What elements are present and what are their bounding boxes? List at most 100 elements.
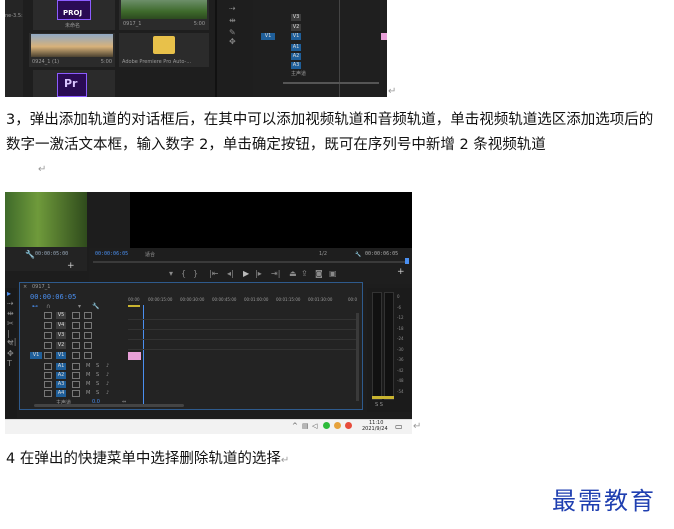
work-area-bar[interactable] xyxy=(128,305,140,307)
lock-icon[interactable] xyxy=(44,381,52,388)
track-a1[interactable]: A1 xyxy=(56,363,66,370)
track-a4[interactable]: A4 xyxy=(56,390,66,397)
eye-icon[interactable] xyxy=(84,312,92,319)
track-a2[interactable]: A2 xyxy=(56,372,66,379)
fraction-select[interactable]: 1/2 xyxy=(319,251,327,257)
lock-icon[interactable] xyxy=(44,352,52,359)
sync-icon[interactable] xyxy=(72,381,80,388)
tray-chevron-icon[interactable]: ^ xyxy=(292,422,298,430)
track-v2[interactable]: V2 xyxy=(291,24,301,31)
track-lane[interactable] xyxy=(128,319,358,320)
track-select-icon[interactable]: ⇢ xyxy=(7,300,14,308)
lock-icon[interactable] xyxy=(44,312,52,319)
go-to-in-icon[interactable]: |⇤ xyxy=(209,270,218,278)
track-v3[interactable]: V3 xyxy=(291,14,301,21)
solo-button[interactable]: S xyxy=(96,363,99,369)
linked-icon[interactable]: ∩ xyxy=(46,303,50,311)
lift-icon[interactable]: ⏏ xyxy=(289,270,297,278)
mic-icon[interactable]: ♪ xyxy=(106,381,109,387)
lock-icon[interactable] xyxy=(44,322,52,329)
hand-icon[interactable]: ✥ xyxy=(229,38,236,46)
thumb-pr[interactable]: Pr xyxy=(33,70,115,97)
target-v1[interactable]: V1 xyxy=(261,33,275,40)
volume-icon[interactable]: ◁ xyxy=(312,422,317,430)
lock-icon[interactable] xyxy=(44,390,52,397)
step-back-icon[interactable]: ◂| xyxy=(227,270,234,278)
thumb-video-0917[interactable]: 0917_1 5:00 xyxy=(119,0,209,30)
mic-icon[interactable]: ♪ xyxy=(106,390,109,396)
out-point-icon[interactable]: } xyxy=(193,270,198,278)
scrollbar[interactable] xyxy=(283,82,379,84)
wrench-icon[interactable]: 🔧 xyxy=(92,303,99,311)
compare-icon[interactable]: ▣ xyxy=(329,270,337,278)
ripple-icon[interactable]: ⇹ xyxy=(229,17,236,25)
track-a2[interactable]: A2 xyxy=(291,53,301,60)
in-point-icon[interactable]: { xyxy=(181,270,186,278)
track-v5[interactable]: V5 xyxy=(56,312,66,319)
thumb-proj[interactable]: PROJ 未命名 xyxy=(33,0,115,30)
marker-icon[interactable]: ▾ xyxy=(78,303,81,311)
timeline-scrollbar[interactable] xyxy=(34,404,184,407)
add-icon[interactable]: + xyxy=(397,267,405,277)
add-icon[interactable]: + xyxy=(67,261,75,271)
app-icon[interactable] xyxy=(345,422,352,429)
track-lane[interactable] xyxy=(128,349,358,350)
track-v1[interactable]: V1 xyxy=(291,33,301,40)
notification-icon[interactable]: ▭ xyxy=(395,422,403,431)
solo-button[interactable]: S xyxy=(96,390,99,396)
sync-icon[interactable] xyxy=(72,322,80,329)
snap-icon[interactable]: ⊷ xyxy=(32,303,38,311)
vertical-scrollbar[interactable] xyxy=(356,313,359,401)
mute-button[interactable]: M xyxy=(86,381,90,387)
track-a1[interactable]: A1 xyxy=(291,44,301,51)
solo-button[interactable]: S xyxy=(96,381,99,387)
track-v2[interactable]: V2 xyxy=(56,342,66,349)
hand-icon[interactable]: ✥ xyxy=(7,350,14,358)
lock-icon[interactable] xyxy=(44,363,52,370)
track-select-icon[interactable]: ⇢ xyxy=(229,5,236,13)
thumb-video-0924[interactable]: 0924_1 (1) 5:00 xyxy=(29,33,115,67)
extract-icon[interactable]: ⇪ xyxy=(301,270,308,278)
sequence-tab[interactable]: 0917_1 xyxy=(32,284,50,290)
track-lane[interactable] xyxy=(128,329,358,330)
time-ruler[interactable]: 00:00 00:00:15:00 00:00:30:00 00:00:45:0… xyxy=(128,297,360,309)
ripple-icon[interactable]: ⇹ xyxy=(7,310,14,318)
thumb-folder[interactable]: Adobe Premiere Pro Auto-... xyxy=(119,33,209,67)
mic-icon[interactable]: ♪ xyxy=(106,372,109,378)
app-icon[interactable] xyxy=(334,422,341,429)
program-playhead[interactable] xyxy=(405,258,409,264)
sync-icon[interactable] xyxy=(72,312,80,319)
type-tool-icon[interactable]: T xyxy=(7,360,12,368)
track-a3[interactable]: A3 xyxy=(56,381,66,388)
pen-icon[interactable]: ✎ xyxy=(229,29,236,37)
eye-icon[interactable] xyxy=(84,342,92,349)
wrench-icon[interactable]: 🔧 xyxy=(25,251,35,259)
fit-select[interactable]: 适合 xyxy=(145,251,155,258)
mute-button[interactable]: M xyxy=(86,363,90,369)
step-forward-icon[interactable]: |▸ xyxy=(255,270,262,278)
network-icon[interactable]: ▤ xyxy=(302,422,309,430)
track-v1[interactable]: V1 xyxy=(56,352,66,359)
track-a3[interactable]: A3 xyxy=(291,62,301,69)
lock-icon[interactable] xyxy=(44,372,52,379)
meter-footer[interactable]: S S xyxy=(375,402,383,408)
camera-icon[interactable]: ◙ xyxy=(315,270,323,278)
eye-icon[interactable] xyxy=(84,332,92,339)
go-to-out-icon[interactable]: ⇥| xyxy=(271,270,280,278)
razor-icon[interactable]: ✂ xyxy=(7,320,14,328)
clip-marker[interactable] xyxy=(381,33,387,40)
wechat-icon[interactable] xyxy=(323,422,330,429)
lock-icon[interactable] xyxy=(44,342,52,349)
sync-icon[interactable] xyxy=(72,390,80,397)
mute-button[interactable]: M xyxy=(86,390,90,396)
program-scrub-bar[interactable] xyxy=(93,261,406,263)
eye-icon[interactable] xyxy=(84,322,92,329)
select-tool-icon[interactable]: ▸ xyxy=(7,290,11,298)
mute-button[interactable]: M xyxy=(86,372,90,378)
track-v4[interactable]: V4 xyxy=(56,322,66,329)
video-clip[interactable] xyxy=(128,352,141,360)
marker-icon[interactable]: ▾ xyxy=(169,270,173,278)
play-icon[interactable]: ▶ xyxy=(243,270,249,278)
solo-button[interactable]: S xyxy=(96,372,99,378)
track-v3[interactable]: V3 xyxy=(56,332,66,339)
